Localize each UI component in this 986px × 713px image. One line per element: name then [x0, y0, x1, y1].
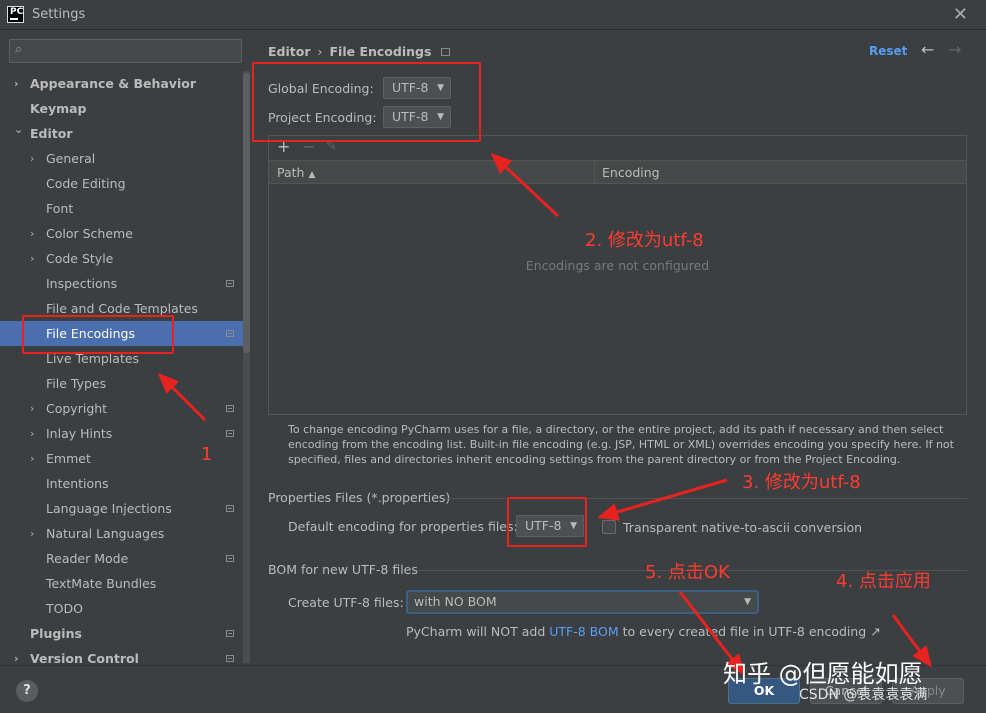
annotation-arrows	[157, 152, 932, 676]
csdn-watermark: CSDN @袁袁袁袁满	[799, 687, 928, 703]
annotation-step5: 5. 点击OK	[645, 562, 730, 583]
annotation-step3: 3. 修改为utf-8	[742, 472, 861, 493]
annotation-step4: 4. 点击应用	[836, 571, 931, 592]
annotation-step1: 1	[201, 444, 213, 465]
arrow-step1	[157, 372, 207, 422]
arrow-step3	[597, 478, 728, 521]
annotation-step2: 2. 修改为utf-8	[585, 230, 704, 251]
arrow-step2	[490, 152, 560, 218]
